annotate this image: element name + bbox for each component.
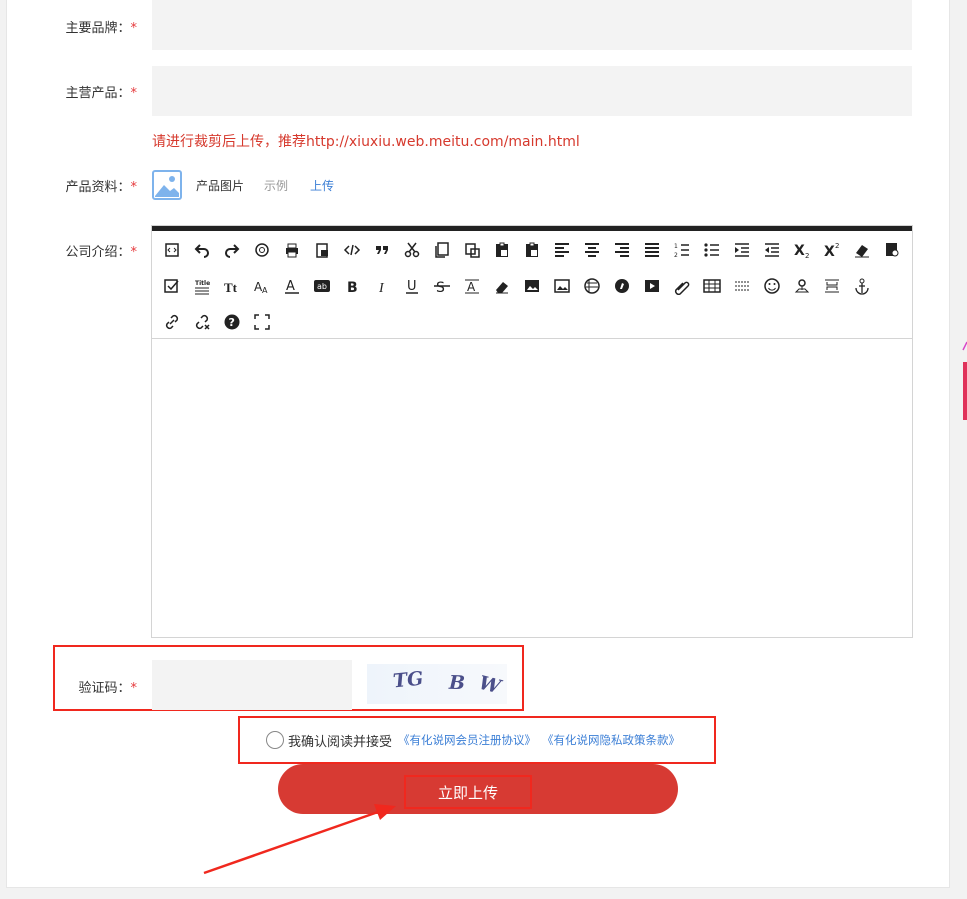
eraser-icon[interactable] [490, 274, 514, 298]
multi-image-icon[interactable] [550, 274, 574, 298]
indent-icon[interactable] [730, 238, 754, 262]
svg-text:S: S [436, 280, 445, 295]
svg-text:A: A [467, 280, 476, 294]
align-center-icon[interactable] [580, 238, 604, 262]
brand-input[interactable] [152, 0, 912, 50]
paste-icon[interactable] [460, 238, 484, 262]
brand-label: 主要品牌：* [65, 21, 137, 36]
member-agreement-link[interactable]: 《有化说网会员注册协议》 [398, 732, 536, 748]
svg-text:X: X [794, 243, 805, 259]
paste-word-doc-icon[interactable] [520, 238, 544, 262]
background-color-icon[interactable]: ab [310, 274, 334, 298]
svg-text:B: B [347, 280, 358, 295]
captcha-char: B [448, 671, 466, 695]
svg-text:Tt: Tt [224, 280, 238, 295]
submit-button[interactable] [278, 764, 678, 814]
unordered-list-icon[interactable] [700, 238, 724, 262]
bold-icon[interactable]: B [340, 274, 364, 298]
svg-text:2: 2 [805, 252, 809, 259]
captcha-label: 验证码：* [78, 681, 137, 696]
align-justify-icon[interactable] [640, 238, 664, 262]
select-all-icon[interactable] [880, 238, 904, 262]
check-icon[interactable] [160, 274, 184, 298]
line-height-icon[interactable]: A [460, 274, 484, 298]
agreement-text: 我确认阅读并接受 [288, 734, 393, 750]
ordered-list-icon[interactable]: 12 [670, 238, 694, 262]
title-icon[interactable]: Title [190, 274, 214, 298]
svg-text:A: A [262, 286, 268, 295]
image-placeholder-icon [152, 170, 182, 200]
anchor-icon[interactable] [850, 274, 874, 298]
agree-radio[interactable] [266, 731, 284, 749]
unlink-icon[interactable] [190, 310, 214, 334]
captcha-char: TG [391, 667, 425, 693]
paste-word-icon[interactable] [310, 238, 334, 262]
clear-format-icon[interactable] [850, 238, 874, 262]
captcha-input[interactable] [152, 660, 352, 710]
svg-text:U: U [407, 279, 417, 294]
paste-text-icon[interactable] [490, 238, 514, 262]
svg-text:X: X [824, 244, 835, 259]
align-right-icon[interactable] [610, 238, 634, 262]
captcha-char: W [476, 671, 503, 699]
cut-icon[interactable] [400, 238, 424, 262]
media-icon[interactable] [610, 274, 634, 298]
svg-text:Title: Title [195, 280, 210, 287]
underline-icon[interactable]: U [400, 274, 424, 298]
link-icon[interactable] [160, 310, 184, 334]
code-icon[interactable] [340, 238, 364, 262]
product-input[interactable] [152, 66, 912, 116]
subscript-icon[interactable]: X2 [790, 238, 814, 262]
product-image-label: 产品图片 [196, 178, 245, 193]
agreement-row: 我确认阅读并接受 《有化说网会员注册协议》 《有化说网隐私政策条款》 [266, 729, 680, 751]
blockquote-icon[interactable] [370, 238, 394, 262]
page-break-icon[interactable] [820, 274, 844, 298]
materials-label: 产品资料：* [65, 180, 137, 195]
materials-upload-row: 产品图片 示例 上传 [152, 169, 334, 201]
side-edge-decoration [962, 341, 967, 420]
font-family-icon[interactable]: Tt [220, 274, 244, 298]
table-icon[interactable] [700, 274, 724, 298]
svg-text:I: I [378, 281, 385, 295]
rich-text-editor: 1 2 X 2 X 2 Title Tt A A Aab B I U S A? [151, 225, 913, 638]
strikethrough-icon[interactable]: S [430, 274, 454, 298]
upload-link[interactable]: 上传 [310, 177, 334, 194]
flash-icon[interactable] [580, 274, 604, 298]
font-color-icon[interactable]: A [280, 274, 304, 298]
svg-text:A: A [286, 279, 295, 294]
preview-icon[interactable] [250, 238, 274, 262]
superscript-icon[interactable]: X2 [820, 238, 844, 262]
editor-toolbar: 1 2 X 2 X 2 Title Tt A A Aab B I U S A? [152, 231, 912, 339]
hr-icon[interactable] [730, 274, 754, 298]
image-icon[interactable] [520, 274, 544, 298]
svg-text:ab: ab [317, 282, 327, 291]
product-label: 主营产品：* [65, 86, 137, 101]
print-icon[interactable] [280, 238, 304, 262]
crop-tip-text: 请进行裁剪后上传，推荐http://xiuxiu.web.meitu.com/m… [152, 134, 580, 150]
editor-content-area[interactable] [152, 339, 912, 637]
privacy-policy-link[interactable]: 《有化说网隐私政策条款》 [542, 732, 680, 748]
map-icon[interactable] [790, 274, 814, 298]
align-left-icon[interactable] [550, 238, 574, 262]
svg-text:1: 1 [674, 243, 678, 250]
sample-link[interactable]: 示例 [264, 177, 288, 194]
italic-icon[interactable]: I [370, 274, 394, 298]
font-size-icon[interactable]: AA [250, 274, 274, 298]
fullscreen-icon[interactable] [250, 310, 274, 334]
outdent-icon[interactable] [760, 238, 784, 262]
emoticon-icon[interactable] [760, 274, 784, 298]
insert-file-icon[interactable] [670, 274, 694, 298]
redo-icon[interactable] [220, 238, 244, 262]
captcha-image[interactable]: TG B W [367, 664, 507, 704]
svg-text:?: ? [229, 316, 235, 329]
svg-text:2: 2 [835, 242, 839, 250]
help-icon[interactable]: ? [220, 310, 244, 334]
undo-icon[interactable] [190, 238, 214, 262]
intro-label: 公司介绍：* [65, 245, 137, 260]
svg-text:2: 2 [674, 252, 678, 259]
video-icon[interactable] [640, 274, 664, 298]
source-icon[interactable] [160, 238, 184, 262]
copy-icon[interactable] [430, 238, 454, 262]
